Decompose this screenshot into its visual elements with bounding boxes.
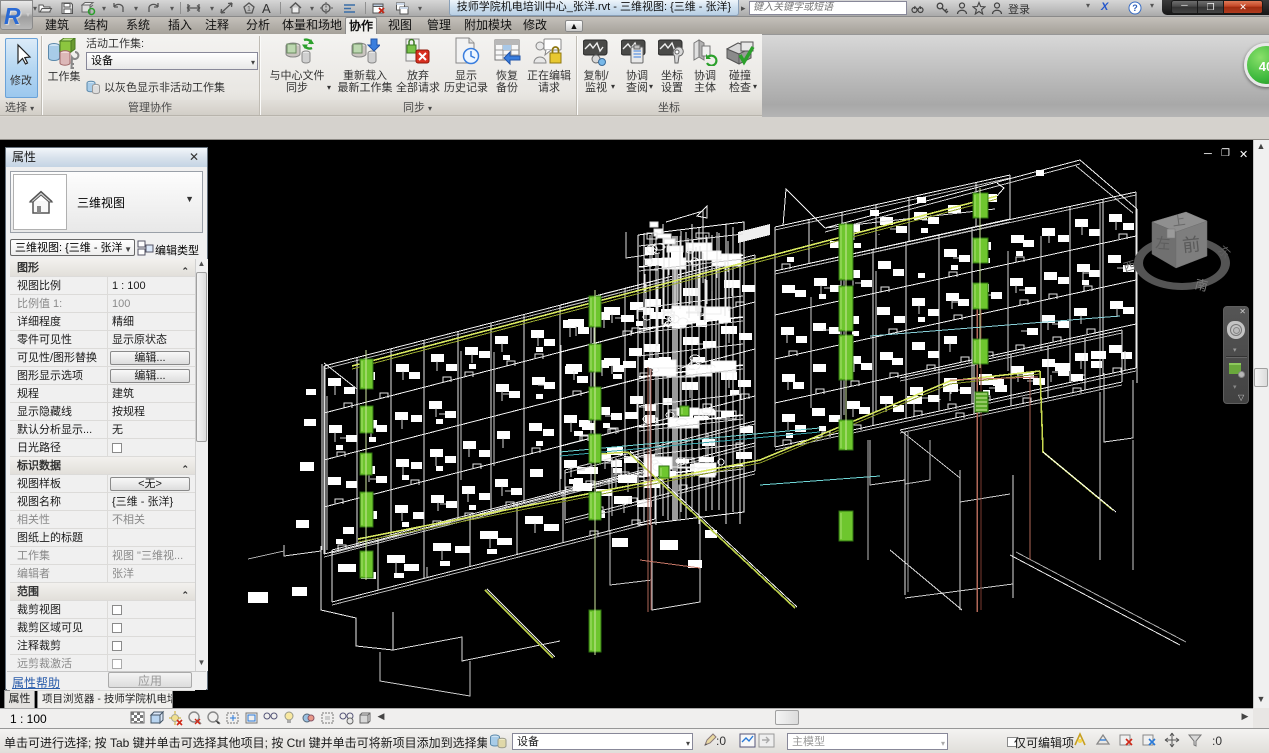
svg-text:A: A bbox=[262, 1, 271, 16]
svg-text:1: 1 bbox=[247, 6, 251, 13]
svg-text:前: 前 bbox=[1181, 234, 1201, 256]
svg-text:南: 南 bbox=[1193, 276, 1209, 294]
svg-text:?: ? bbox=[1132, 3, 1138, 13]
svg-text:左: 左 bbox=[1155, 235, 1171, 253]
svg-text:上: 上 bbox=[1171, 212, 1186, 229]
